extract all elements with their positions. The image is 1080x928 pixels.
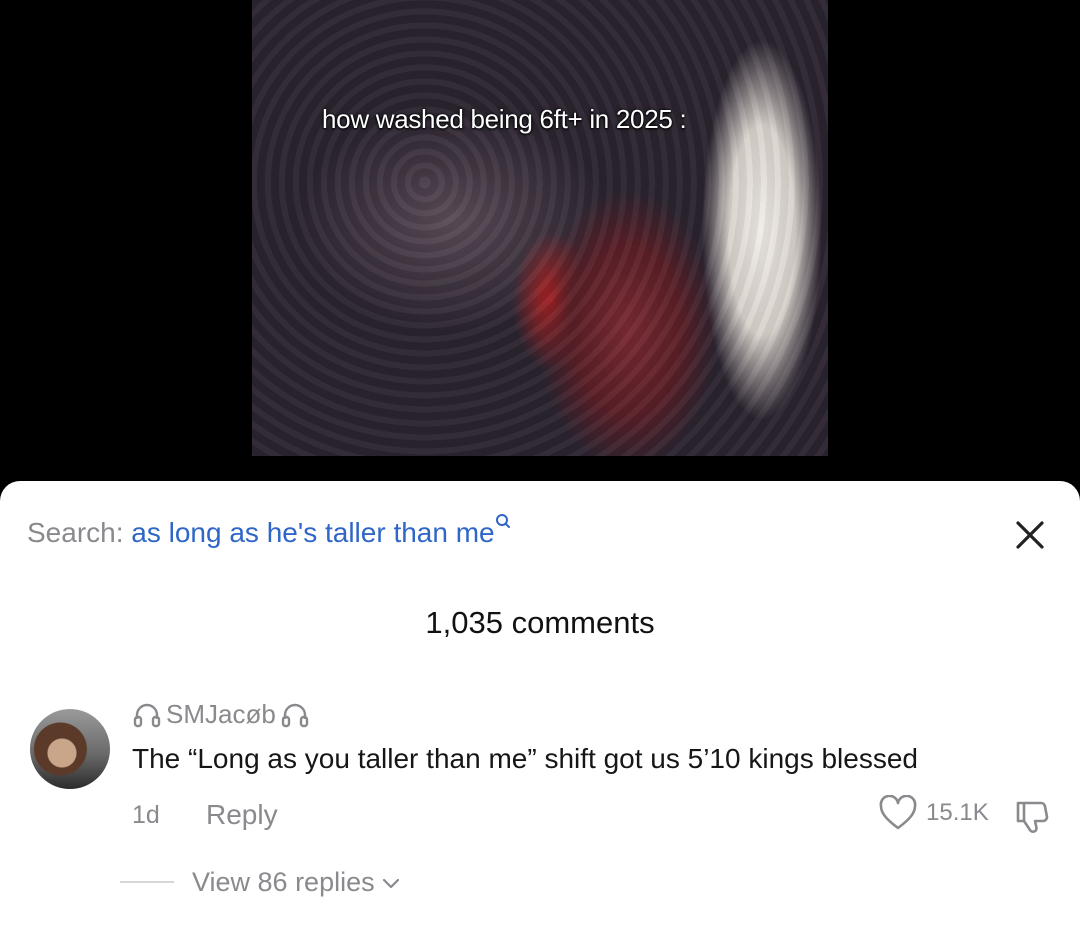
comment-timestamp: 1d xyxy=(132,801,160,829)
comments-sheet: Search: as long as he's taller than me 1… xyxy=(0,481,1080,928)
video-caption: how washed being 6ft+ in 2025 : xyxy=(322,104,687,134)
comment-author[interactable]: SMJacøb xyxy=(132,699,310,730)
heart-icon xyxy=(879,795,917,830)
search-prefix-label: Search: xyxy=(27,517,124,548)
comment-count: 1,035 comments xyxy=(425,605,655,640)
view-replies-button[interactable]: View 86 replies xyxy=(192,867,401,898)
headphones-icon xyxy=(133,703,161,727)
search-icon xyxy=(495,514,510,528)
like-button[interactable]: 15.1K xyxy=(878,795,989,831)
like-count: 15.1K xyxy=(926,799,989,826)
chevron-down-icon xyxy=(382,878,399,888)
video-player[interactable] xyxy=(252,0,828,456)
comment-text: The “Long as you taller than me” shift g… xyxy=(132,743,918,774)
replies-divider xyxy=(120,881,174,883)
video-frame xyxy=(252,0,828,456)
author-name: SMJacøb xyxy=(166,699,276,729)
search-term-link[interactable]: as long as he's taller than me xyxy=(131,517,494,548)
search-suggestion[interactable]: Search: as long as he's taller than me xyxy=(27,514,511,549)
close-icon[interactable] xyxy=(1012,517,1048,553)
headphones-icon xyxy=(281,703,309,727)
dislike-icon[interactable] xyxy=(1012,797,1052,837)
view-replies-label: View 86 replies xyxy=(192,867,375,897)
reply-button[interactable]: Reply xyxy=(206,799,278,831)
avatar[interactable] xyxy=(30,709,110,789)
